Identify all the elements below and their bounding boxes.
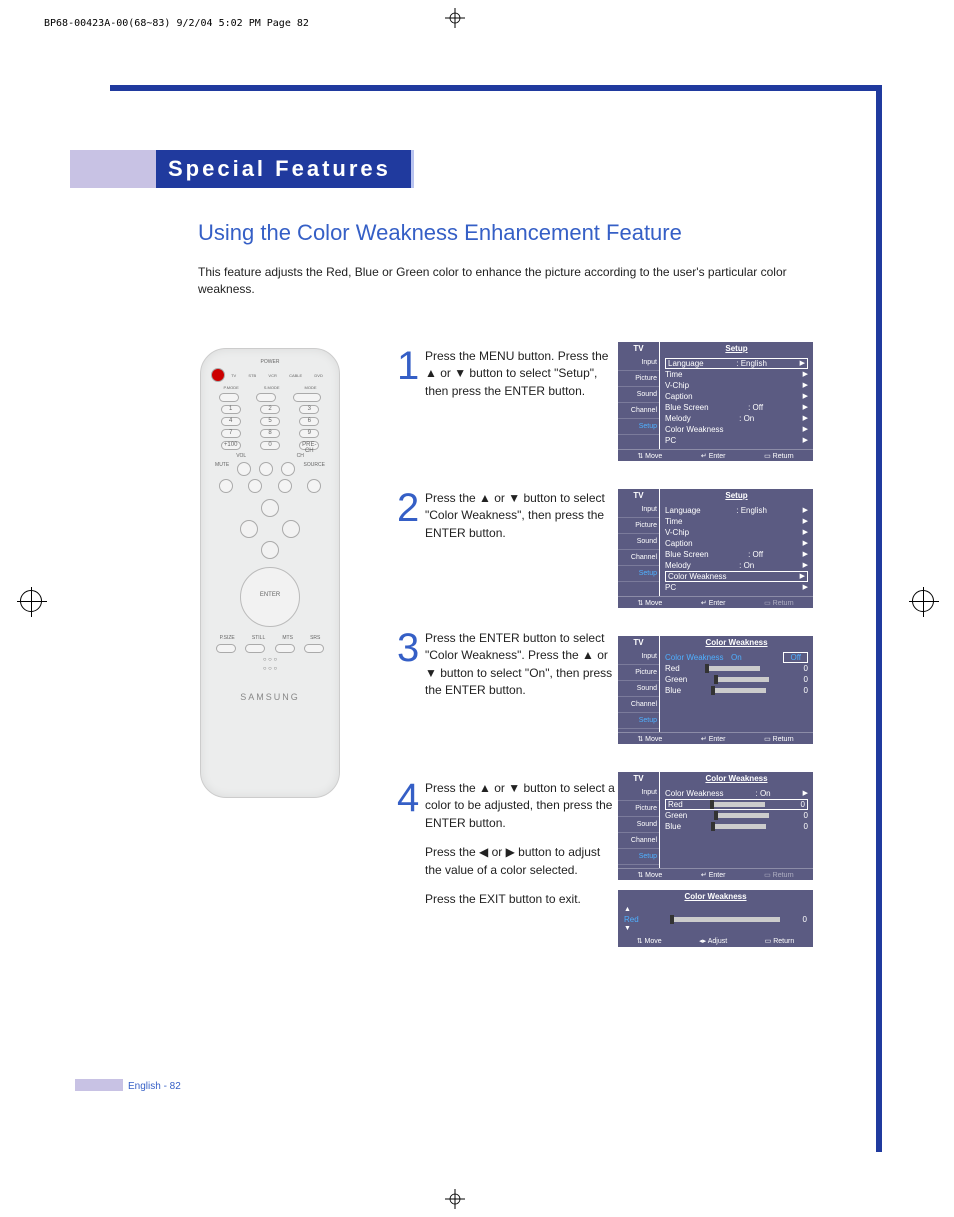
section-header-bar: Special Features (70, 150, 414, 188)
steps-column: 1 Press the MENU button. Press the ▲ or … (397, 348, 619, 920)
osd-column: TVSetup InputPictureSoundChannelSetup La… (618, 342, 813, 947)
enter-wheel: ENTER (240, 567, 300, 627)
crop-mark-icon (445, 8, 465, 28)
osd-colorweakness-2: TVColor Weakness InputPictureSoundChanne… (618, 772, 813, 880)
osd-main: Language: English▶ Time▶ V-Chip▶ Caption… (660, 355, 813, 449)
registration-mark-icon (20, 590, 42, 612)
remote-illustration: POWER TVSTBVCRCABLEDVD P.MODES.MODEMODE … (200, 348, 340, 798)
step-3: 3 Press the ENTER button to select "Colo… (397, 630, 619, 780)
print-job-header: BP68-00423A-00(68~83) 9/2/04 5:02 PM Pag… (44, 18, 309, 29)
section-accent (70, 150, 156, 188)
step-2: 2 Press the ▲ or ▼ button to select "Col… (397, 490, 619, 630)
step-number: 3 (397, 630, 425, 780)
step-text: Press the ▲ or ▼ button to select "Color… (425, 490, 619, 630)
step-text: Press the ENTER button to select "Color … (425, 630, 619, 780)
step-number: 4 (397, 780, 425, 920)
osd-footer: ⇅ Move↵ Enter▭ Return (618, 449, 813, 461)
page-heading: Using the Color Weakness Enhancement Fea… (198, 220, 818, 246)
osd-tv-label: TV (618, 342, 660, 355)
osd-sidebar: InputPictureSoundChannelSetup (618, 355, 660, 449)
crop-mark-icon (445, 1189, 465, 1209)
section-title: Special Features (156, 150, 414, 188)
page: BP68-00423A-00(68~83) 9/2/04 5:02 PM Pag… (0, 0, 954, 1217)
step-1: 1 Press the MENU button. Press the ▲ or … (397, 348, 619, 490)
osd-title: Setup (660, 342, 813, 355)
step-number: 2 (397, 490, 425, 630)
page-footer: English - 82 (128, 1081, 181, 1092)
step-text: Press the MENU button. Press the ▲ or ▼ … (425, 348, 619, 490)
footer-accent (75, 1079, 123, 1091)
remote-dpad (240, 499, 300, 559)
osd-colorweakness-1: TVColor Weakness InputPictureSoundChanne… (618, 636, 813, 744)
power-icon (211, 368, 225, 382)
intro-text: This feature adjusts the Red, Blue or Gr… (198, 264, 818, 299)
step-text: Press the ▲ or ▼ button to select a colo… (425, 780, 619, 920)
osd-setup-1: TVSetup InputPictureSoundChannelSetup La… (618, 342, 813, 461)
brand-logo: SAMSUNG (211, 692, 329, 702)
osd-colorweakness-adjust: Color Weakness ▲ Red0 ▼ ⇅ Move◂▸ Adjust▭… (618, 890, 813, 947)
step-number: 1 (397, 348, 425, 490)
registration-mark-icon (912, 590, 934, 612)
content-block: Using the Color Weakness Enhancement Fea… (198, 220, 818, 325)
step-4: 4 Press the ▲ or ▼ button to select a co… (397, 780, 619, 920)
osd-setup-2: TVSetup InputPictureSoundChannelSetup La… (618, 489, 813, 608)
